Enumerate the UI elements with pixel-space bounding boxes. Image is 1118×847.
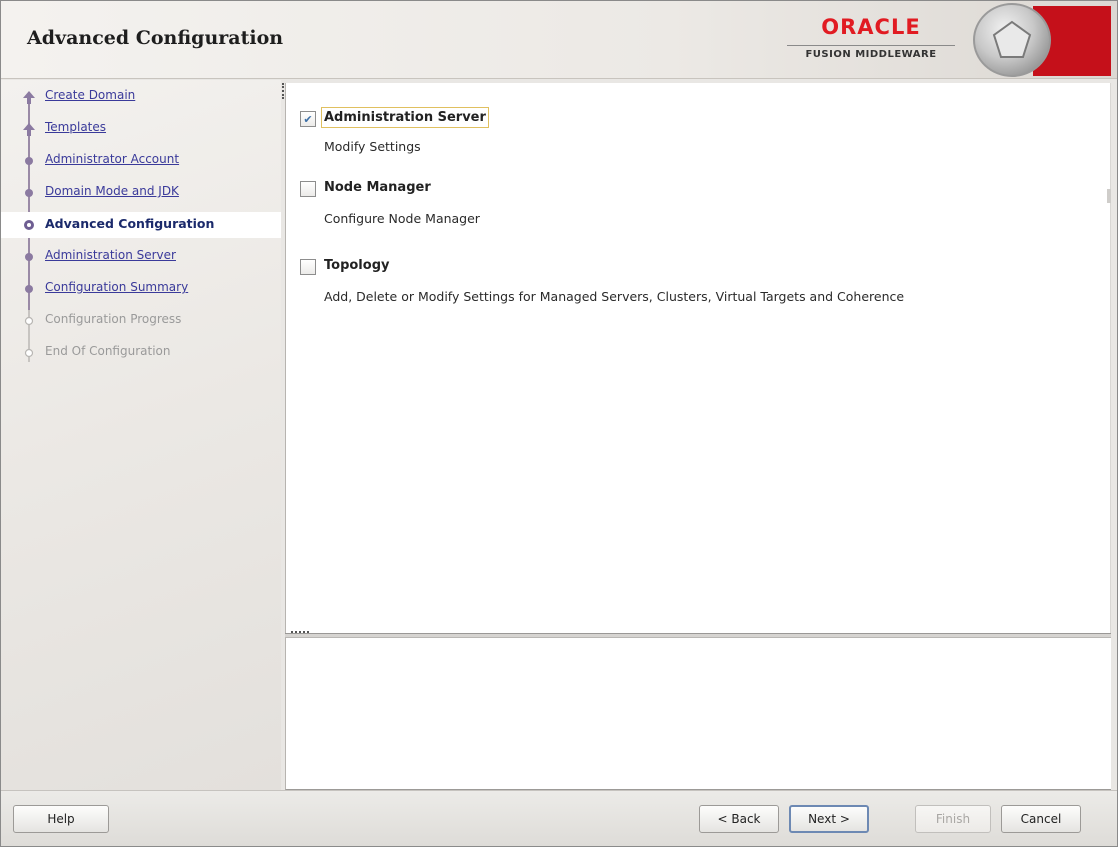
logo-brand: ORACLE (821, 15, 921, 39)
step-label: Administration Server (45, 248, 176, 262)
step-advanced-configuration[interactable]: Advanced Configuration (1, 212, 281, 238)
step-done-icon (23, 91, 35, 104)
step-done-icon (23, 123, 35, 136)
step-configuration-summary[interactable]: Configuration Summary (1, 276, 281, 302)
administration-server-checkbox[interactable]: ✔ (300, 111, 316, 127)
button-bar: Help < Back Next > Finish Cancel (1, 790, 1117, 846)
divider-grip-icon[interactable] (291, 631, 309, 634)
pentagon-badge-icon (973, 3, 1051, 77)
step-configuration-progress: Configuration Progress (1, 308, 281, 334)
step-label: End Of Configuration (45, 344, 171, 358)
next-button[interactable]: Next > (789, 805, 869, 833)
option-label[interactable]: Node Manager (324, 180, 431, 195)
step-done-icon (25, 189, 33, 197)
oracle-logo: ORACLE FUSION MIDDLEWARE (773, 15, 969, 71)
step-label: Create Domain (45, 88, 136, 102)
scrollbar-thumb[interactable] (1107, 189, 1111, 203)
step-label: Templates (45, 120, 107, 134)
node-manager-checkbox[interactable] (300, 181, 316, 197)
logo-divider (787, 45, 955, 46)
back-button[interactable]: < Back (699, 805, 779, 833)
step-end-of-configuration: End Of Configuration (1, 340, 281, 366)
finish-button[interactable]: Finish (915, 805, 991, 833)
option-description: Configure Node Manager (324, 211, 480, 226)
step-done-icon (25, 157, 33, 165)
logo-product: FUSION MIDDLEWARE (805, 49, 937, 60)
steps-sidebar: Create Domain Templates Administrator Ac… (1, 80, 281, 790)
step-pending-icon (25, 253, 33, 261)
details-panel (285, 638, 1111, 790)
option-label[interactable]: Topology (324, 258, 389, 273)
step-pending-icon (25, 285, 33, 293)
option-description: Modify Settings (324, 139, 421, 154)
step-label: Administrator Account (45, 152, 180, 166)
option-description: Add, Delete or Modify Settings for Manag… (324, 289, 905, 304)
step-current-icon (22, 218, 36, 232)
step-label: Advanced Configuration (45, 216, 215, 231)
step-administration-server[interactable]: Administration Server (1, 244, 281, 270)
step-create-domain[interactable]: Create Domain (1, 84, 281, 110)
topology-checkbox[interactable] (300, 259, 316, 275)
cancel-button[interactable]: Cancel (1001, 805, 1081, 833)
option-label[interactable]: Administration Server (321, 107, 489, 128)
step-administrator-account[interactable]: Administrator Account (1, 148, 281, 174)
installer-window: Advanced Configuration ORACLE FUSION MID… (0, 0, 1118, 847)
page-title: Advanced Configuration (27, 27, 284, 49)
vertical-scrollbar[interactable] (1110, 83, 1111, 633)
step-label: Configuration Summary (45, 280, 189, 294)
options-panel: ✔ Administration Server Modify Settings … (285, 83, 1111, 633)
step-disabled-icon (24, 316, 34, 326)
header-banner: Advanced Configuration ORACLE FUSION MID… (1, 1, 1117, 79)
step-disabled-icon (24, 348, 34, 358)
step-label: Domain Mode and JDK (45, 184, 179, 198)
step-domain-mode-jdk[interactable]: Domain Mode and JDK (1, 180, 281, 206)
step-label: Configuration Progress (45, 312, 182, 326)
help-button[interactable]: Help (13, 805, 109, 833)
step-templates[interactable]: Templates (1, 116, 281, 142)
